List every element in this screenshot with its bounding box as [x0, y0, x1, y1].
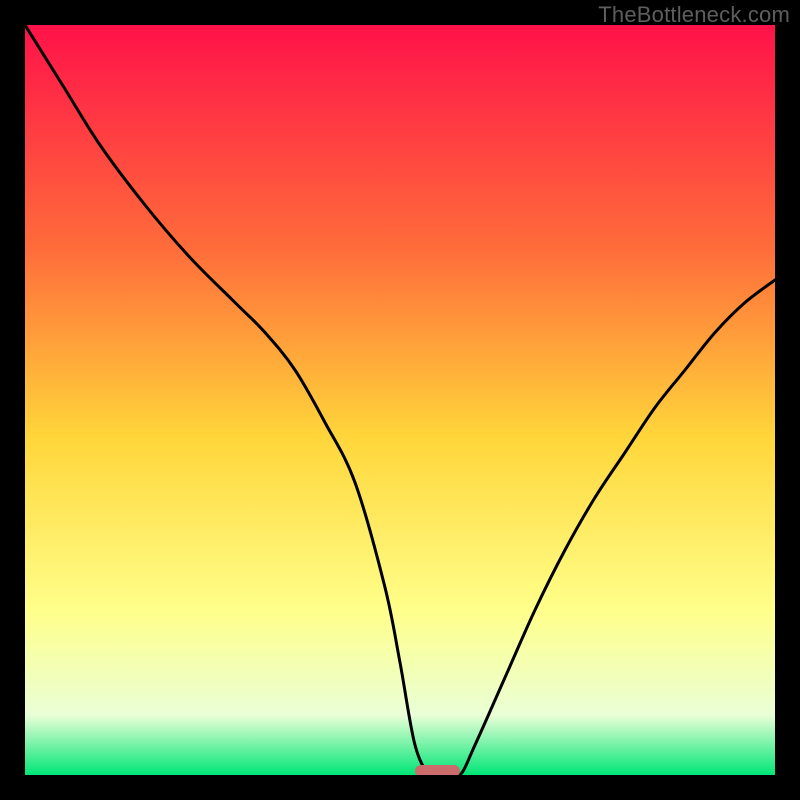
chart-frame: TheBottleneck.com — [0, 0, 800, 800]
bottleneck-plot — [25, 25, 775, 775]
watermark-text: TheBottleneck.com — [598, 2, 790, 28]
plot-svg — [25, 25, 775, 775]
optimum-marker — [415, 765, 460, 775]
